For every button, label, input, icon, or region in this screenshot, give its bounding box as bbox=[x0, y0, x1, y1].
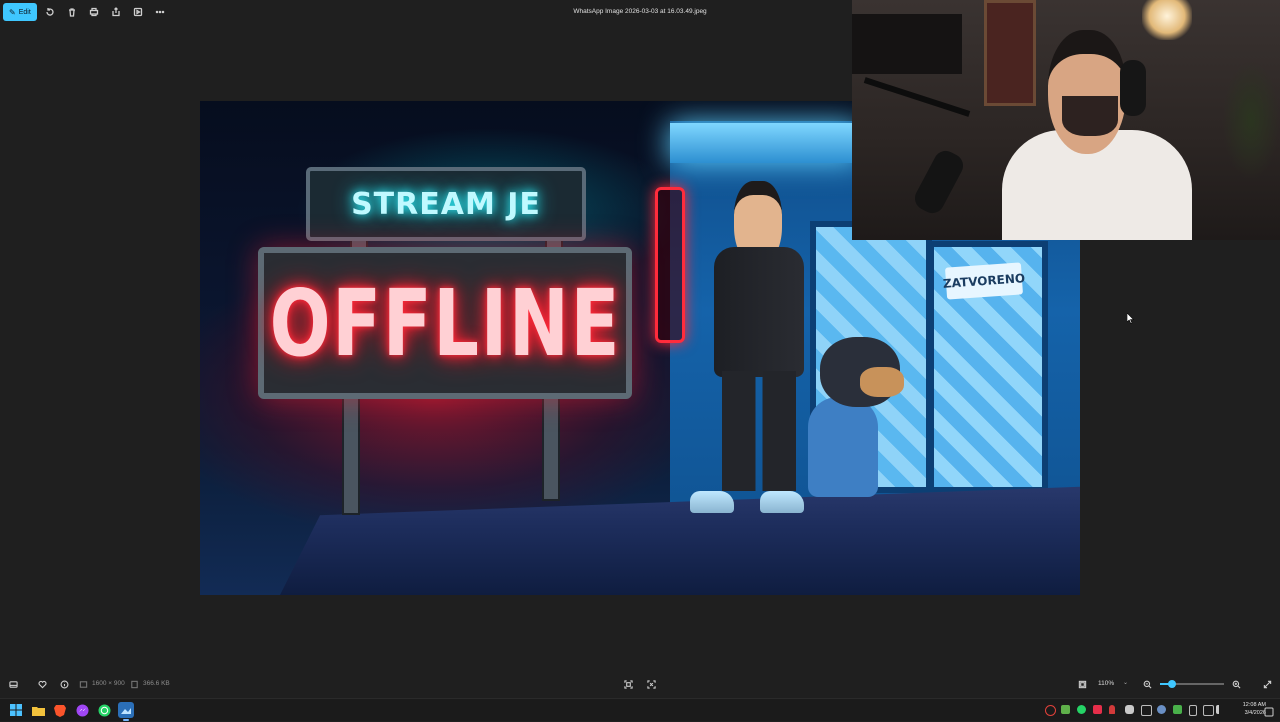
actual-size-icon[interactable] bbox=[645, 678, 657, 690]
favorite-heart-icon[interactable] bbox=[36, 678, 48, 690]
sign-post-left bbox=[342, 391, 360, 515]
image-dimensions: 1600 × 900 bbox=[92, 680, 125, 687]
whatsapp-tray-icon[interactable] bbox=[1077, 705, 1086, 714]
dimensions-icon bbox=[78, 678, 88, 690]
closed-door-sign: ZATVORENO bbox=[943, 262, 1025, 300]
microphone-icon bbox=[910, 146, 968, 218]
vertical-neon-sign bbox=[655, 187, 685, 343]
file-size-icon bbox=[129, 678, 139, 690]
headphones-icon bbox=[1120, 60, 1146, 116]
clock[interactable]: 12:08 AM 3/4/2026 bbox=[1226, 701, 1266, 717]
zoom-slider-knob[interactable] bbox=[1167, 680, 1176, 688]
network-icon[interactable] bbox=[1141, 705, 1152, 716]
mic-arm bbox=[863, 77, 971, 117]
cartoon-person bbox=[690, 181, 810, 531]
person-legs bbox=[722, 371, 796, 491]
dog-body bbox=[808, 397, 878, 497]
webcam-shelf bbox=[852, 14, 962, 74]
webcam-overlay bbox=[852, 0, 1280, 240]
neon-sign-main: OFFLINE bbox=[258, 247, 632, 399]
clock-date: 3/4/2026 bbox=[1244, 710, 1266, 716]
taskbar: 12:08 AM 3/4/2026 bbox=[0, 698, 1280, 721]
webcam-poster bbox=[984, 0, 1036, 106]
zoom-in-icon[interactable] bbox=[1230, 678, 1242, 690]
whatsapp-icon[interactable] bbox=[96, 702, 112, 718]
steam-icon[interactable] bbox=[1157, 705, 1166, 714]
webcam-plant bbox=[1222, 60, 1280, 180]
fullscreen-icon[interactable] bbox=[1261, 678, 1273, 690]
app-tray-icon[interactable] bbox=[1173, 705, 1182, 714]
webcam-lamp bbox=[1142, 0, 1192, 40]
sign-post-right bbox=[542, 391, 560, 501]
microphone-tray-icon[interactable] bbox=[1109, 705, 1115, 714]
cartoon-dog bbox=[800, 337, 904, 517]
zoom-out-icon[interactable] bbox=[1141, 678, 1153, 690]
wifi-icon[interactable] bbox=[1203, 705, 1214, 716]
file-size: 366.6 KB bbox=[143, 680, 170, 687]
zoom-slider[interactable] bbox=[1160, 680, 1224, 688]
file-explorer-icon[interactable] bbox=[30, 702, 46, 718]
fit-to-window-icon[interactable] bbox=[622, 678, 634, 690]
nvidia-icon[interactable] bbox=[1061, 705, 1070, 714]
recording-icon[interactable] bbox=[1093, 705, 1102, 714]
status-bar: 1600 × 900 366.6 KB 110% ⌄ bbox=[0, 674, 1280, 694]
streamer-beard bbox=[1062, 96, 1118, 136]
fit-icon[interactable] bbox=[1076, 678, 1088, 690]
photo-viewer-window: ✎ Edit WhatsApp Image 2026-03-03 at 16.0… bbox=[0, 0, 1280, 698]
discord-icon[interactable] bbox=[1125, 705, 1134, 714]
zoom-level[interactable]: 110% bbox=[1098, 680, 1114, 687]
person-shoe-left bbox=[690, 491, 734, 513]
filmstrip-icon[interactable] bbox=[7, 678, 19, 690]
battery-icon[interactable] bbox=[1189, 705, 1197, 716]
notification-icon[interactable] bbox=[1264, 704, 1274, 717]
neon-sign-top: STREAM JE bbox=[306, 167, 586, 241]
neon-sign-top-text: STREAM JE bbox=[351, 186, 541, 222]
start-windows-icon[interactable] bbox=[8, 702, 24, 718]
info-icon[interactable] bbox=[58, 678, 70, 690]
store-awning bbox=[670, 123, 860, 163]
person-shoe-right bbox=[760, 491, 804, 513]
person-body bbox=[714, 247, 804, 377]
clock-time: 12:08 AM bbox=[1242, 702, 1266, 708]
dog-snout bbox=[860, 367, 904, 397]
shield-icon[interactable] bbox=[1045, 705, 1056, 716]
messenger-icon[interactable] bbox=[74, 702, 90, 718]
chevron-down-icon[interactable]: ⌄ bbox=[1123, 679, 1128, 686]
brave-browser-icon[interactable] bbox=[52, 702, 68, 718]
photos-app-icon[interactable] bbox=[118, 702, 134, 721]
neon-sign-main-text: OFFLINE bbox=[269, 269, 621, 377]
